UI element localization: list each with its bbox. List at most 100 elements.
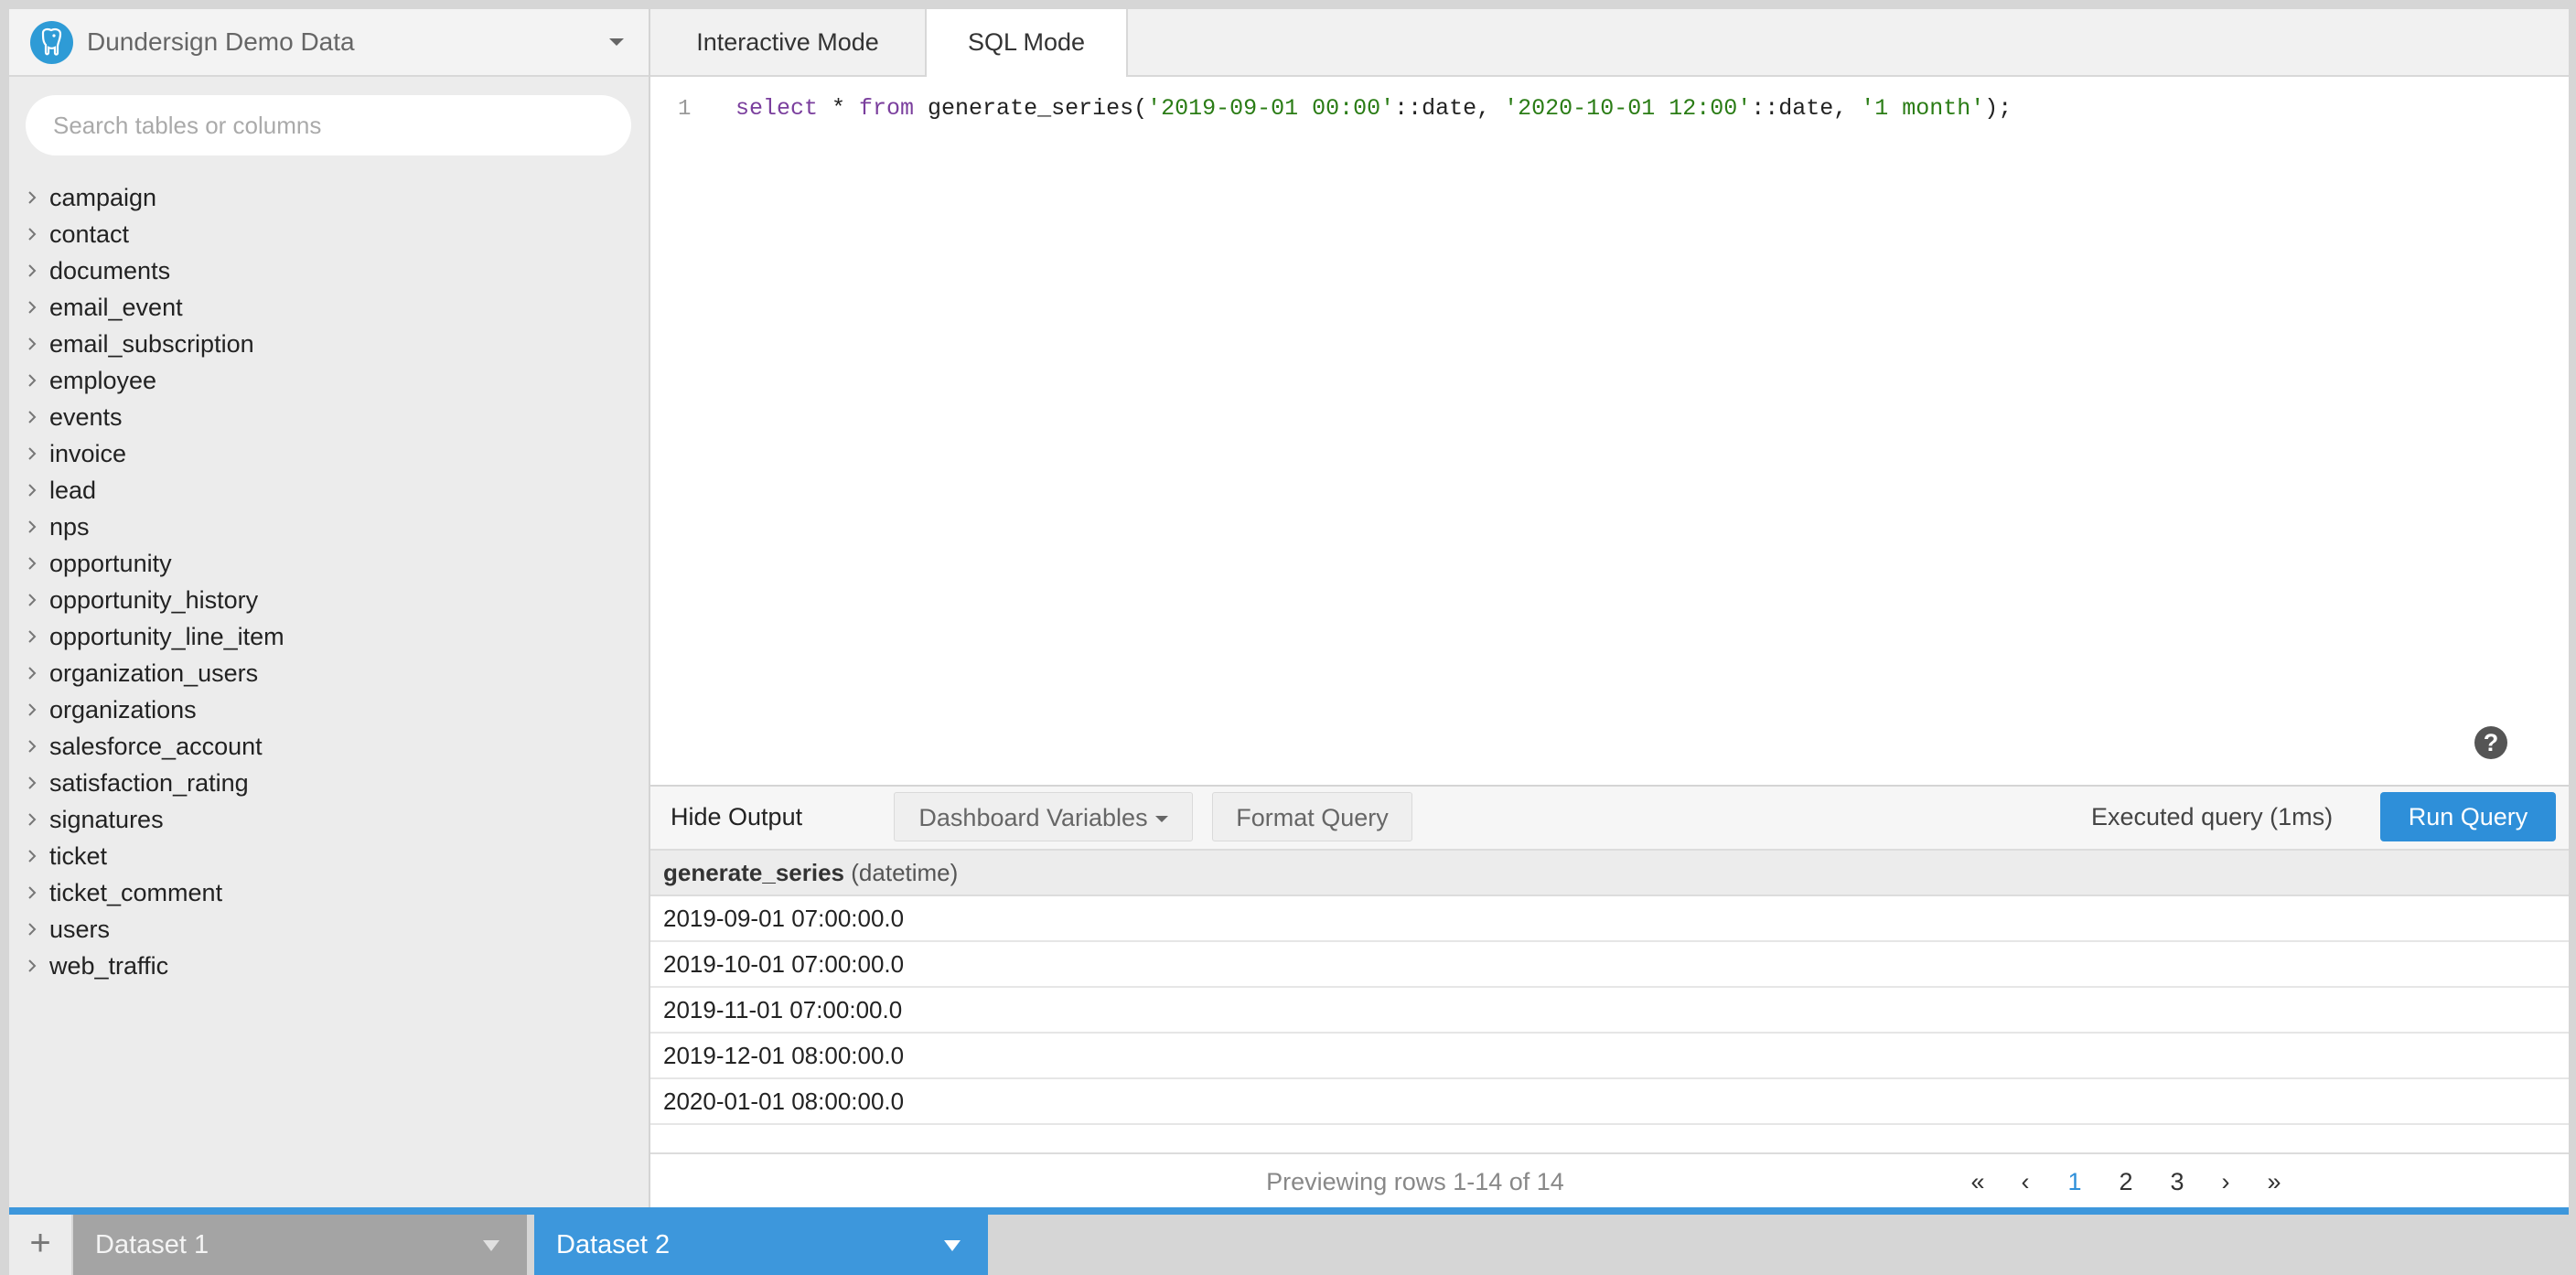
help-icon[interactable]: ? [2474,726,2507,759]
result-row[interactable]: 2019-11-01 07:00:00.0 [650,988,2569,1034]
dataset-tab-label: Dataset 2 [556,1230,671,1259]
page-2-button[interactable]: 2 [2112,1154,2140,1207]
chevron-right-icon[interactable] [26,666,38,680]
table-item-email-event[interactable]: email_event [9,289,649,326]
column-name: generate_series [663,859,845,886]
result-row[interactable]: 2019-09-01 07:00:00.0 [650,896,2569,942]
chevron-right-icon[interactable] [26,337,38,351]
table-name: lead [49,477,97,504]
chevron-right-icon[interactable] [26,702,38,717]
run-query-button[interactable]: Run Query [2380,792,2556,841]
result-row[interactable]: 2020-01-01 08:00:00.0 [650,1079,2569,1125]
caret-down-icon[interactable] [483,1240,499,1251]
chevron-right-icon[interactable] [26,739,38,754]
table-item-signatures[interactable]: signatures [9,801,649,838]
table-name: users [49,916,111,943]
table-item-documents[interactable]: documents [9,252,649,289]
chevron-right-icon[interactable] [26,190,38,205]
table-name: employee [49,367,157,394]
chevron-right-icon[interactable] [26,520,38,534]
table-name: opportunity_history [49,586,259,614]
chevron-right-icon[interactable] [26,373,38,388]
table-search-input[interactable] [26,95,631,155]
chevron-right-icon[interactable] [26,776,38,790]
table-item-opportunity[interactable]: opportunity [9,545,649,582]
result-row[interactable]: 2019-10-01 07:00:00.0 [650,942,2569,988]
add-dataset-button[interactable]: + [9,1215,71,1275]
chevron-right-icon[interactable] [26,593,38,607]
next-page-button[interactable]: › [2212,1154,2239,1207]
table-name: organizations [49,696,197,723]
table-item-salesforce-account[interactable]: salesforce_account [9,728,649,765]
dataset-tabs: + Dataset 1 Dataset 2 [9,1207,2569,1275]
dashboard-variables-button[interactable]: Dashboard Variables [894,792,1193,841]
database-selector[interactable]: Dundersign Demo Data [9,9,649,77]
chevron-right-icon[interactable] [26,410,38,424]
chevron-right-icon[interactable] [26,629,38,644]
table-item-events[interactable]: events [9,399,649,435]
database-name: Dundersign Demo Data [87,27,355,56]
format-query-button[interactable]: Format Query [1212,792,1412,841]
sql-editor[interactable]: 1 select * from generate_series('2019-09… [650,77,2569,787]
table-name: contact [49,220,130,248]
table-item-nps[interactable]: nps [9,509,649,545]
chevron-right-icon[interactable] [26,849,38,863]
chevron-right-icon[interactable] [26,556,38,571]
tab-sql-mode[interactable]: SQL Mode [925,9,1128,77]
table-item-users[interactable]: users [9,911,649,948]
table-list: campaign contact documents email_event email… [9,179,649,984]
table-item-campaign[interactable]: campaign [9,179,649,216]
table-item-email-subscription[interactable]: email_subscription [9,326,649,362]
caret-down-icon [1154,816,1168,823]
chevron-right-icon[interactable] [26,483,38,498]
chevron-right-icon[interactable] [26,812,38,827]
dataset-tab-1[interactable]: Dataset 1 [73,1215,527,1275]
tab-interactive-mode[interactable]: Interactive Mode [650,9,925,77]
code-line[interactable]: select * from generate_series('2019-09-0… [735,95,2012,122]
table-item-satisfaction-rating[interactable]: satisfaction_rating [9,765,649,801]
result-rows: 2019-09-01 07:00:00.0 2019-10-01 07:00:00… [650,896,2569,1125]
table-name: nps [49,513,90,541]
dataset-tab-2[interactable]: Dataset 2 [534,1215,988,1275]
chevron-right-icon[interactable] [26,446,38,461]
last-page-button[interactable]: » [2260,1154,2288,1207]
table-name: invoice [49,440,127,467]
table-item-lead[interactable]: lead [9,472,649,509]
schema-sidebar: Dundersign Demo Data campaign contact docu… [9,9,650,1207]
page-1-button[interactable]: 1 [2061,1154,2088,1207]
caret-down-icon[interactable] [944,1240,961,1251]
table-name: opportunity [49,550,172,577]
hide-output-button[interactable]: Hide Output [671,792,817,841]
table-item-organization-users[interactable]: organization_users [9,655,649,691]
table-item-invoice[interactable]: invoice [9,435,649,472]
table-item-web-traffic[interactable]: web_traffic [9,948,649,984]
line-number: 1 [678,97,692,122]
mode-tabs: Interactive Mode SQL Mode [650,9,2569,77]
chevron-right-icon[interactable] [26,227,38,241]
table-item-employee[interactable]: employee [9,362,649,399]
chevron-right-icon[interactable] [26,922,38,937]
table-item-opportunity-history[interactable]: opportunity_history [9,582,649,618]
table-name: web_traffic [49,952,169,980]
first-page-button[interactable]: « [1964,1154,1991,1207]
chevron-down-icon [609,38,624,46]
table-name: ticket [49,842,108,870]
table-item-organizations[interactable]: organizations [9,691,649,728]
table-item-contact[interactable]: contact [9,216,649,252]
table-name: salesforce_account [49,733,263,760]
column-type: (datetime) [851,859,959,886]
chevron-right-icon[interactable] [26,885,38,900]
table-item-opportunity-line-item[interactable]: opportunity_line_item [9,618,649,655]
column-header[interactable]: generate_series (datetime) [650,851,2569,896]
postgres-elephant-icon [30,21,73,64]
table-item-ticket-comment[interactable]: ticket_comment [9,874,649,911]
chevron-right-icon[interactable] [26,300,38,315]
previous-page-button[interactable]: ‹ [2012,1154,2039,1207]
pagination-bar: Previewing rows 1-14 of 14 « ‹ 1 2 3 › » [650,1152,2569,1207]
chevron-right-icon[interactable] [26,959,38,973]
main-panel: Interactive Mode SQL Mode 1 select * fro… [650,9,2569,1207]
table-item-ticket[interactable]: ticket [9,838,649,874]
page-3-button[interactable]: 3 [2163,1154,2191,1207]
chevron-right-icon[interactable] [26,263,38,278]
result-row[interactable]: 2019-12-01 08:00:00.0 [650,1034,2569,1079]
